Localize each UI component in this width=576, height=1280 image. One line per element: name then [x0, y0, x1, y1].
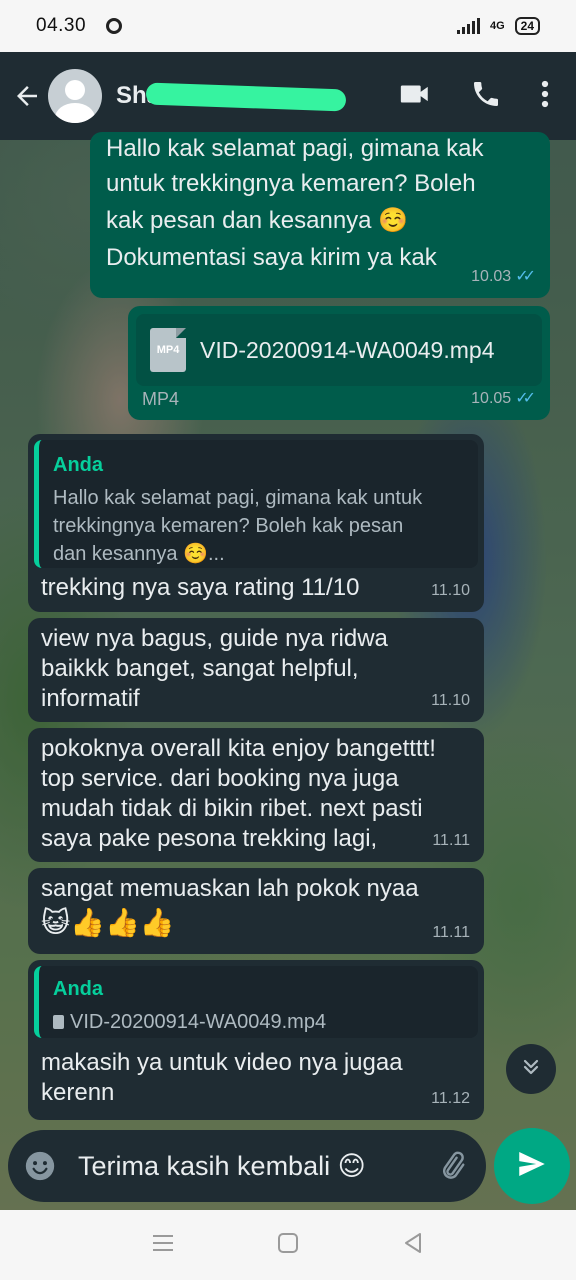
message-time: 10.03 — [471, 268, 512, 285]
paperclip-icon[interactable] — [432, 1146, 472, 1186]
status-time: 04.30 — [36, 15, 87, 36]
message-text: makasih ya untuk video nya jugaa — [41, 1049, 403, 1076]
message-text: baikkk banget, sangat helpful, — [41, 655, 359, 682]
file-icon: MP4 — [150, 328, 186, 372]
message-incoming[interactable]: view nya bagus, guide nya ridwa baikkk b… — [28, 618, 484, 722]
chat-area[interactable]: Hallo kak selamat pagi, gimana kak untuk… — [0, 132, 576, 1210]
message-input[interactable]: Terima kasih kembali 😊 — [78, 1151, 432, 1182]
video-call-icon[interactable] — [398, 77, 432, 116]
message-text: top service. dari booking nya juga — [41, 765, 399, 792]
quote-text: trekkingnya kemaren? Boleh kak pesan — [53, 515, 404, 537]
message-text: pokoknya overall kita enjoy bangetttt! — [41, 735, 436, 762]
message-time: 11.12 — [431, 1090, 470, 1107]
message-incoming[interactable]: pokoknya overall kita enjoy bangetttt! t… — [28, 728, 484, 862]
phone-icon[interactable] — [470, 78, 502, 115]
message-incoming[interactable]: Anda Hallo kak selamat pagi, gimana kak … — [28, 434, 484, 612]
quote-author: Anda — [53, 454, 103, 476]
chevrons-down-icon — [519, 1055, 543, 1084]
emoji-row: 😺👍👍👍 — [41, 907, 175, 938]
message-text: untuk trekkingnya kemaren? Boleh — [106, 170, 476, 197]
emoji-icon[interactable] — [22, 1148, 58, 1184]
message-text: Hallo kak selamat pagi, gimana kak — [106, 135, 484, 162]
message-incoming[interactable]: Anda VID-20200914-WA0049.mp4 makasih ya … — [28, 960, 484, 1120]
battery-icon: 24 — [514, 17, 540, 35]
send-button[interactable] — [494, 1128, 570, 1204]
signal-icon — [456, 18, 480, 34]
arrow-left-icon[interactable] — [10, 79, 44, 113]
file-name: VID-20200914-WA0049.mp4 — [200, 337, 495, 363]
home-icon[interactable] — [277, 1232, 299, 1259]
message-time: 11.10 — [431, 582, 470, 599]
quoted-message[interactable]: Anda Hallo kak selamat pagi, gimana kak … — [34, 440, 478, 568]
network-type: 4G — [489, 20, 505, 32]
message-text: view nya bagus, guide nya ridwa — [41, 625, 388, 652]
message-incoming[interactable]: sangat memuaskan lah pokok nyaa 😺👍👍👍 11.… — [28, 868, 484, 954]
chrome-icon — [106, 18, 123, 34]
quote-text: Hallo kak selamat pagi, gimana kak untuk — [53, 487, 423, 509]
message-text: saya pake pesona trekking lagi, — [41, 825, 378, 852]
quoted-message[interactable]: Anda VID-20200914-WA0049.mp4 — [34, 966, 478, 1038]
avatar[interactable] — [48, 69, 102, 123]
message-text: kerenn — [41, 1079, 115, 1106]
more-vert-icon[interactable] — [540, 79, 550, 114]
message-time: 11.11 — [432, 832, 470, 849]
message-outgoing-file[interactable]: MP4 VID-20200914-WA0049.mp4 MP4 10.05 ✓✓ — [128, 306, 550, 420]
status-bar: 04.30 4G 24 — [0, 0, 576, 52]
message-time: 11.11 — [432, 924, 470, 941]
read-ticks-icon: ✓✓ — [515, 390, 536, 407]
message-composer[interactable]: Terima kasih kembali 😊 — [8, 1130, 486, 1202]
message-text: trekking nya saya rating 11/10 — [41, 574, 360, 601]
message-text: informatif — [41, 685, 140, 712]
quote-file-name: VID-20200914-WA0049.mp4 — [70, 1011, 327, 1033]
message-text: kak pesan dan kesannya ☺️ — [106, 207, 409, 234]
chat-header: Shan — [0, 52, 576, 140]
file-type-label: MP4 — [142, 389, 180, 409]
message-outgoing[interactable]: Hallo kak selamat pagi, gimana kak untuk… — [90, 132, 550, 298]
message-time: 10.05 — [471, 390, 512, 407]
back-icon[interactable] — [402, 1232, 424, 1259]
document-icon — [53, 1015, 64, 1029]
message-text: mudah tidak di bikin ribet. next pasti — [41, 795, 423, 822]
file-icon-label: MP4 — [156, 344, 180, 356]
message-text: Dokumentasi saya kirim ya kak — [106, 244, 437, 271]
quote-text: dan kesannya ☺️... — [53, 543, 225, 565]
send-icon — [515, 1147, 549, 1186]
quote-author: Anda — [53, 978, 103, 1000]
system-nav-bar — [0, 1210, 576, 1280]
redaction-mark — [145, 82, 346, 112]
read-ticks-icon: ✓✓ — [515, 268, 536, 285]
contact-name[interactable]: Shan — [116, 76, 346, 116]
scroll-to-bottom-button[interactable] — [506, 1044, 556, 1094]
menu-icon[interactable] — [152, 1233, 174, 1258]
quote-file: VID-20200914-WA0049.mp4 — [53, 1008, 464, 1036]
message-time: 11.10 — [431, 692, 470, 709]
message-text: sangat memuaskan lah pokok nyaa — [41, 875, 419, 902]
file-attachment[interactable]: MP4 VID-20200914-WA0049.mp4 — [136, 314, 542, 386]
